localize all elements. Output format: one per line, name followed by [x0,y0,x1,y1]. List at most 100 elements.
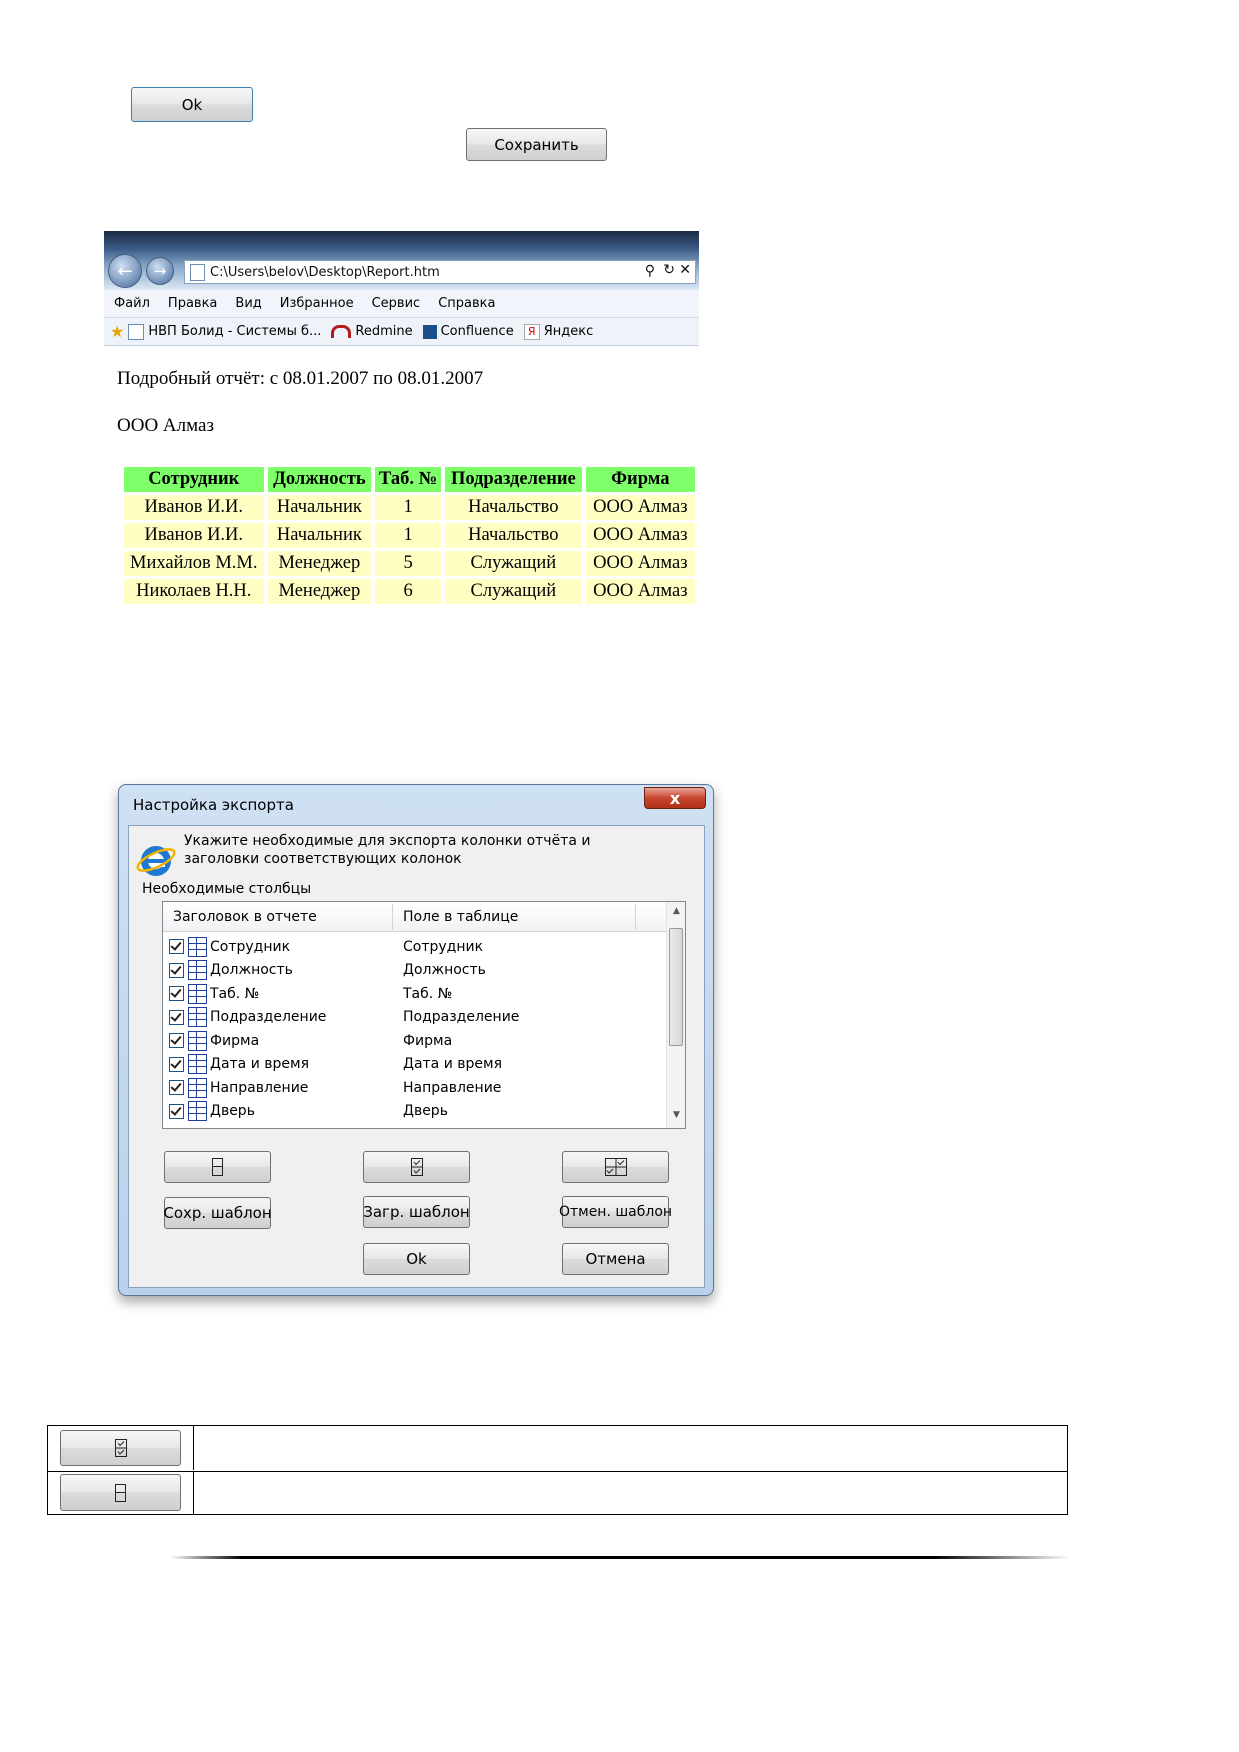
unchecked-box-icon [212,1158,223,1176]
list-item-field: Дата и время [403,1056,502,1073]
list-item-header: Фирма [210,1032,260,1049]
table-cell: Начальник [267,495,372,520]
ok-button[interactable]: Ok [131,87,253,122]
list-item[interactable]: Сотрудник Сотрудник [169,935,659,959]
favorite-link-confluence[interactable]: Confluence [422,324,514,339]
button-legend-table [47,1425,1068,1515]
scroll-down-icon[interactable]: ▼ [667,1110,686,1124]
report-table: Сотрудник Должность Таб. № Подразделение… [120,464,699,607]
column-header: Сотрудник [124,467,264,492]
table-cell: Менеджер [267,551,372,576]
favorite-link-bolid[interactable]: НВП Болид - Системы б... [128,323,321,340]
uncheck-all-button[interactable] [164,1151,271,1183]
check-all-button[interactable] [363,1151,470,1183]
menu-item-favorites[interactable]: Избранное [280,296,354,311]
menu-item-tools[interactable]: Сервис [372,296,421,311]
check-all-button[interactable] [60,1430,181,1466]
invert-check-icon [604,1158,627,1176]
report-organization: ООО Алмаз [117,415,214,436]
cancel-template-button[interactable]: Отмен. шаблон [559,1196,672,1228]
table-cell: Иванов И.И. [124,523,264,548]
column-header-table-field[interactable]: Поле в таблице [403,909,518,925]
checkbox[interactable] [169,1056,184,1072]
table-row: Иванов И.И. Начальник 1 Начальство ООО А… [124,523,695,548]
checkbox[interactable] [169,1080,184,1096]
browser-window: ← → C:\Users\belov\Desktop\Report.htm ⚲ … [104,231,699,614]
checkbox[interactable] [169,962,184,978]
list-item-header: Дата и время [210,1056,309,1073]
refresh-icon[interactable]: ↻ [663,262,675,278]
checkbox[interactable] [169,1103,184,1119]
field-icon [188,983,207,1004]
forward-icon[interactable]: → [146,257,174,285]
dialog-ok-button[interactable]: Ok [363,1243,470,1275]
table-cell: Начальник [267,523,372,548]
address-bar[interactable]: C:\Users\belov\Desktop\Report.htm ⚲ ↻ ✕ [184,260,696,284]
list-item-field: Фирма [403,1032,453,1049]
table-cell: 6 [375,579,442,604]
list-item[interactable]: Подразделение Подразделение [169,1006,659,1030]
menu-item-help[interactable]: Справка [438,296,495,311]
menu-item-edit[interactable]: Правка [168,296,217,311]
vertical-scrollbar[interactable]: ▲ ▼ [666,902,685,1128]
checkbox[interactable] [169,1009,184,1025]
columns-list[interactable]: Заголовок в отчете Поле в таблице Сотруд… [162,901,686,1129]
search-icon[interactable]: ⚲ [645,263,655,279]
header-divider[interactable] [392,904,393,930]
table-cell: Михайлов М.М. [124,551,264,576]
table-cell: Менеджер [267,579,372,604]
field-icon [188,1007,207,1028]
table-cell: ООО Алмаз [585,495,695,520]
field-icon [188,1054,207,1075]
column-header: Фирма [585,467,695,492]
list-item[interactable]: Должность Должность [169,959,659,983]
address-text: C:\Users\belov\Desktop\Report.htm [210,264,440,280]
menu-item-view[interactable]: Вид [235,296,261,311]
table-cell: Служащий [445,579,582,604]
table-cell: 1 [375,495,442,520]
list-item-field: Должность [403,962,486,979]
list-item[interactable]: Дверь Дверь [169,1100,659,1124]
checkbox[interactable] [169,986,184,1002]
internet-explorer-icon [136,846,176,876]
list-item-field: Таб. № [403,985,453,1002]
scroll-up-icon[interactable]: ▲ [667,906,686,920]
list-item[interactable]: Таб. № Таб. № [169,982,659,1006]
save-template-button[interactable]: Сохр. шаблон [163,1197,272,1229]
favorites-star-icon[interactable]: ★ [110,322,124,341]
list-item-header: Должность [210,962,293,979]
page-icon [128,323,145,340]
dialog-cancel-button[interactable]: Отмена [562,1243,669,1275]
stop-icon[interactable]: ✕ [679,262,691,278]
column-header-report-title[interactable]: Заголовок в отчете [173,909,317,925]
menu-item-file[interactable]: Файл [114,296,150,311]
checkbox[interactable] [169,1033,184,1049]
scroll-thumb[interactable] [669,928,683,1046]
table-row: Михайлов М.М. Менеджер 5 Служащий ООО Ал… [124,551,695,576]
list-item-field: Сотрудник [403,938,484,955]
list-item-header: Подразделение [210,1009,327,1026]
invert-selection-button[interactable] [562,1151,669,1183]
checkbox[interactable] [169,939,184,955]
list-item[interactable]: Направление Направление [169,1076,659,1100]
favorite-link-redmine[interactable]: Redmine [331,324,413,339]
load-template-button[interactable]: Загр. шаблон [363,1196,470,1228]
header-divider[interactable] [635,904,636,930]
table-cell: 5 [375,551,442,576]
list-item-header: Дверь [210,1103,255,1120]
uncheck-all-button[interactable] [60,1474,181,1511]
save-button[interactable]: Сохранить [466,128,607,161]
field-icon [188,936,207,957]
divider [170,1556,1070,1559]
list-item[interactable]: Фирма Фирма [169,1029,659,1053]
dialog-body: Укажите необходимые для экспорта колонки… [128,825,705,1288]
back-icon[interactable]: ← [108,254,142,288]
field-icon [188,960,207,981]
report-table-header: Сотрудник Должность Таб. № Подразделение… [124,467,695,492]
favorites-bar: ★ НВП Болид - Системы б... Redmine Confl… [104,318,699,346]
legend-icon-cell [48,1426,194,1470]
favorite-link-yandex[interactable]: Я Яндекс [523,323,593,340]
table-cell: Николаев Н.Н. [124,579,264,604]
list-item[interactable]: Дата и время Дата и время [169,1053,659,1077]
close-button[interactable]: x [644,787,706,809]
